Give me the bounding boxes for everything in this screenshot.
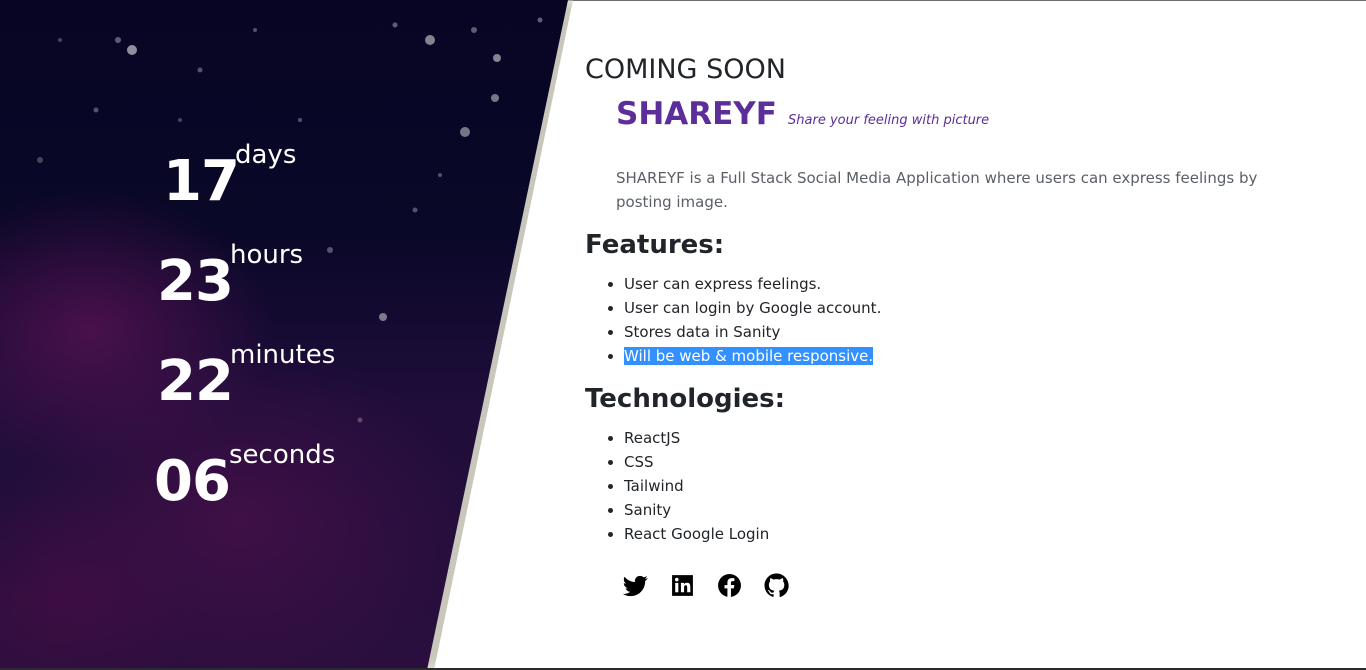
page-title: COMING SOON	[585, 54, 786, 85]
hours-value: 23	[157, 249, 234, 314]
technologies-heading: Technologies:	[585, 384, 786, 414]
minutes-label: minutes	[230, 340, 336, 370]
star-dots-decoration	[37, 17, 543, 423]
technologies-list: ReactJS CSS Tailwind Sanity React Google…	[585, 426, 769, 546]
twitter-icon[interactable]	[623, 573, 648, 598]
brand-tagline: Share your feeling with picture	[788, 113, 990, 128]
brand-name: SHAREYF	[616, 96, 777, 132]
brand-block: SHAREYF Share your feeling with picture	[616, 96, 989, 132]
days-value: 17	[163, 149, 240, 214]
features-list: User can express feelings. User can logi…	[585, 272, 881, 368]
seconds-label: seconds	[229, 440, 336, 470]
seconds-value: 06	[154, 449, 231, 514]
feature-item: User can express feelings.	[624, 272, 881, 296]
technology-item: Sanity	[624, 498, 769, 522]
technology-item: React Google Login	[624, 522, 769, 546]
feature-item: Stores data in Sanity	[624, 320, 881, 344]
linkedin-icon[interactable]	[670, 573, 695, 598]
technology-item: Tailwind	[624, 474, 769, 498]
social-links	[623, 573, 789, 598]
countdown-panel	[0, 0, 568, 670]
minutes-value: 22	[157, 349, 234, 414]
hours-label: hours	[230, 240, 304, 270]
app-description: SHAREYF is a Full Stack Social Media App…	[616, 169, 1258, 211]
technology-item: CSS	[624, 450, 769, 474]
selected-text: Will be web & mobile responsive.	[624, 347, 874, 365]
github-icon[interactable]	[764, 573, 789, 598]
feature-item: User can login by Google account.	[624, 296, 881, 320]
features-heading: Features:	[585, 230, 725, 260]
facebook-icon[interactable]	[717, 573, 742, 598]
days-label: days	[235, 140, 297, 170]
technology-item: ReactJS	[624, 426, 769, 450]
feature-item: Will be web & mobile responsive.	[624, 344, 881, 368]
